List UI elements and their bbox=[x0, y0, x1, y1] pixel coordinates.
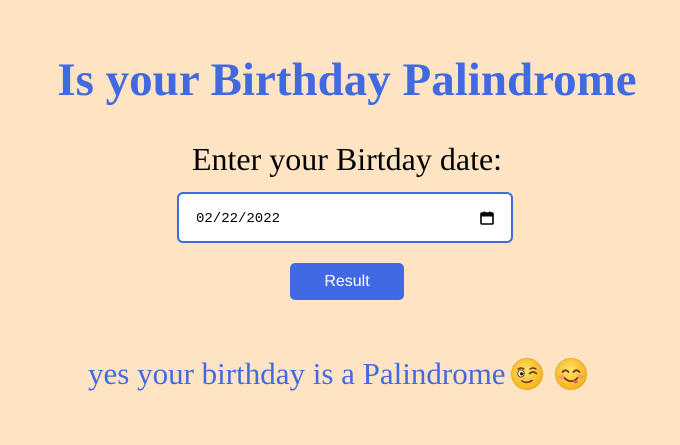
result-button[interactable]: Result bbox=[290, 263, 404, 300]
page-title: Is your Birthday Palindrome bbox=[57, 54, 637, 106]
date-prompt-label: Enter your Birtday date: bbox=[191, 141, 503, 177]
date-input-value: 02/22/2022 bbox=[196, 211, 281, 227]
smiling-face-savoring-food-icon bbox=[554, 358, 587, 390]
calendar-icon[interactable] bbox=[480, 211, 494, 225]
birthday-date-input[interactable]: 02/22/2022 bbox=[177, 192, 513, 243]
winking-face-icon bbox=[510, 358, 543, 390]
result-message-row: yes your birthday is a Palindrome bbox=[88, 354, 588, 394]
result-message: yes your birthday is a Palindrome bbox=[88, 356, 506, 391]
